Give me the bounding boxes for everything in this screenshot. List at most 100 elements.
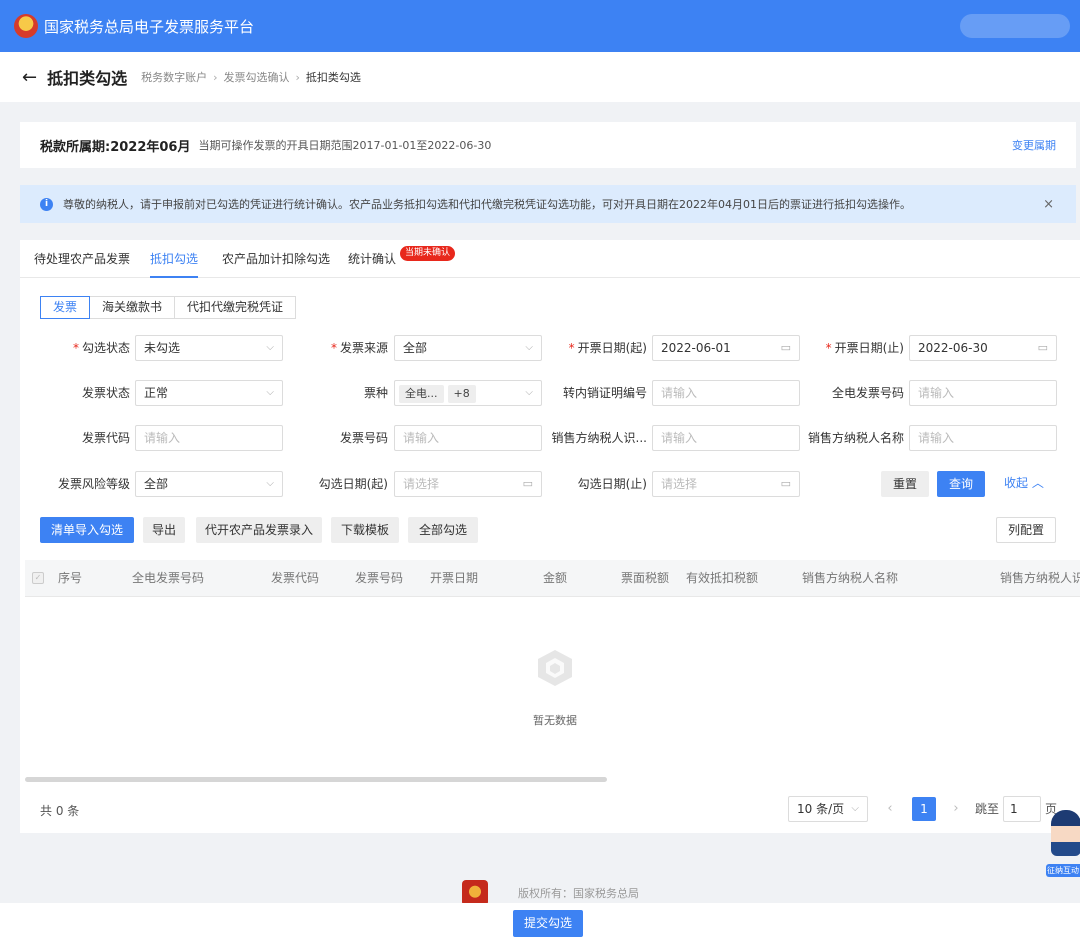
prev-page-icon[interactable]: ‹ bbox=[880, 796, 900, 822]
column-header: 全电发票号码 bbox=[132, 571, 205, 585]
tab-deduct-check[interactable]: 抵扣勾选 bbox=[150, 240, 199, 278]
check-date-end-picker[interactable]: 请选择 ▭ bbox=[652, 471, 800, 497]
seller-name-input[interactable]: 请输入 bbox=[909, 425, 1057, 451]
page-size-select[interactable]: 10 条/页 ⌵ bbox=[788, 796, 868, 822]
info-icon: i bbox=[40, 197, 53, 211]
assistant-widget[interactable]: 征纳互动 bbox=[1046, 810, 1080, 878]
main-card: 待处理农产品发票 抵扣勾选 农产品加计扣除勾选 统计确认 当期未确认 发票 海关… bbox=[20, 240, 1080, 833]
invoice-no-label: 发票号码 bbox=[339, 431, 388, 445]
empty-text: 暂无数据 bbox=[533, 714, 577, 727]
chevron-down-icon: ⌵ bbox=[525, 342, 533, 353]
issue-date-end-picker[interactable]: 2022-06-30 ▭ bbox=[909, 335, 1057, 361]
calendar-icon: ▭ bbox=[1037, 341, 1048, 354]
check-status-label: * 勾选状态 bbox=[72, 341, 130, 355]
top-bar: 国家税务总局电子发票服务平台 bbox=[0, 0, 1080, 52]
issue-date-start-picker[interactable]: 2022-06-01 ▭ bbox=[652, 335, 800, 361]
tab-bar: 待处理农产品发票 抵扣勾选 农产品加计扣除勾选 统计确认 当期未确认 bbox=[20, 240, 1080, 278]
horizontal-scrollbar[interactable] bbox=[25, 777, 1080, 782]
column-header: 销售方纳税人识 bbox=[1000, 571, 1080, 585]
check-status-select[interactable]: 未勾选 ⌵ bbox=[135, 335, 283, 361]
tab-stat-confirm[interactable]: 统计确认 bbox=[348, 240, 396, 278]
breadcrumb-item[interactable]: 税务数字账户 bbox=[141, 69, 207, 85]
seller-tax-id-input[interactable]: 请输入 bbox=[652, 425, 800, 451]
invoice-type-tag: 全电... bbox=[399, 385, 444, 403]
scrollbar-thumb[interactable] bbox=[25, 777, 607, 782]
submit-check-button[interactable]: 提交勾选 bbox=[513, 910, 583, 937]
column-header: 发票号码 bbox=[355, 571, 404, 585]
check-date-start-picker[interactable]: 请选择 ▭ bbox=[394, 471, 542, 497]
jump-page-input[interactable]: 1 bbox=[1003, 796, 1041, 822]
close-icon[interactable]: × bbox=[1043, 197, 1054, 212]
invoice-status-select[interactable]: 正常 ⌵ bbox=[135, 380, 283, 406]
status-badge: 当期未确认 bbox=[400, 246, 456, 261]
tax-period-bar: 税款所属期: 2022年06月 当期可操作发票的开具日期范围2017-01-01… bbox=[20, 122, 1076, 168]
tax-emblem-icon bbox=[14, 14, 38, 38]
import-check-button[interactable]: 清单导入勾选 bbox=[40, 517, 134, 543]
invoice-type-more: +8 bbox=[447, 385, 476, 403]
assistant-avatar-icon bbox=[1051, 810, 1080, 856]
breadcrumb-bar: ← 抵扣类勾选 税务数字账户 › 发票勾选确认 › 抵扣类勾选 bbox=[0, 52, 1080, 102]
back-arrow-icon[interactable]: ← bbox=[22, 67, 37, 88]
chevron-down-icon: ⌵ bbox=[266, 387, 274, 398]
chevron-right-icon: › bbox=[213, 70, 218, 84]
invoice-source-label: * 发票来源 bbox=[330, 341, 388, 355]
full-invoice-no-input[interactable]: 请输入 bbox=[909, 380, 1057, 406]
column-header: 金额 bbox=[543, 571, 568, 585]
jump-label: 跳至 bbox=[975, 802, 1000, 816]
calendar-icon: ▭ bbox=[780, 477, 791, 490]
column-header: 票面税额 bbox=[621, 571, 670, 585]
calendar-icon: ▭ bbox=[780, 341, 791, 354]
tax-period-value: 2022年06月 bbox=[110, 139, 191, 155]
invoice-type-select[interactable]: 全电... +8 ⌵ bbox=[394, 380, 542, 406]
table-header: ✓ 序号 全电发票号码 发票代码 发票号码 开票日期 金额 票面税额 有效抵扣税… bbox=[25, 560, 1080, 597]
invoice-code-input[interactable]: 请输入 bbox=[135, 425, 283, 451]
full-invoice-no-label: 全电发票号码 bbox=[831, 386, 904, 400]
export-button[interactable]: 导出 bbox=[143, 517, 185, 543]
page-number-current[interactable]: 1 bbox=[912, 797, 936, 821]
reset-button[interactable]: 重置 bbox=[881, 471, 929, 497]
query-button[interactable]: 查询 bbox=[937, 471, 985, 497]
check-all-button[interactable]: 全部勾选 bbox=[408, 517, 478, 543]
next-page-icon[interactable]: › bbox=[946, 796, 966, 822]
invoice-status-label: 发票状态 bbox=[81, 386, 130, 400]
tax-period-label: 税款所属期: bbox=[40, 139, 111, 155]
column-header: 开票日期 bbox=[430, 571, 479, 585]
chevron-right-icon: › bbox=[295, 70, 300, 84]
check-date-end-label: 勾选日期(止) bbox=[577, 477, 647, 491]
risk-level-label: 发票风险等级 bbox=[57, 477, 130, 491]
invoice-no-input[interactable]: 请输入 bbox=[394, 425, 542, 451]
invoice-code-label: 发票代码 bbox=[81, 431, 130, 445]
risk-level-select[interactable]: 全部 ⌵ bbox=[135, 471, 283, 497]
chevron-up-icon: ︿ bbox=[1031, 476, 1044, 490]
collapse-link[interactable]: 收起 ︿ bbox=[1004, 470, 1044, 496]
issue-date-end-label: * 开票日期(止) bbox=[825, 341, 904, 355]
subtab-withholding[interactable]: 代扣代缴完税凭证 bbox=[174, 296, 297, 319]
column-header: 有效抵扣税额 bbox=[686, 571, 759, 585]
change-period-link[interactable]: 变更属期 bbox=[1012, 137, 1056, 153]
tab-agri-extra[interactable]: 农产品加计扣除勾选 bbox=[222, 240, 330, 278]
column-config-button[interactable]: 列配置 bbox=[996, 517, 1056, 543]
transfer-no-label: 转内销证明编号 bbox=[562, 386, 647, 400]
column-header: 发票代码 bbox=[271, 571, 320, 585]
chevron-down-icon: ⌵ bbox=[851, 803, 859, 814]
column-header: 销售方纳税人名称 bbox=[802, 571, 899, 585]
empty-box-icon bbox=[538, 650, 572, 686]
transfer-no-input[interactable]: 请输入 bbox=[652, 380, 800, 406]
app-title: 国家税务总局电子发票服务平台 bbox=[44, 17, 255, 36]
subtab-customs[interactable]: 海关缴款书 bbox=[89, 296, 176, 319]
select-all-checkbox[interactable]: ✓ bbox=[32, 572, 44, 584]
breadcrumb-item[interactable]: 发票勾选确认 bbox=[224, 69, 290, 85]
agri-invoice-entry-button[interactable]: 代开农产品发票录入 bbox=[196, 517, 322, 543]
invoice-source-select[interactable]: 全部 ⌵ bbox=[394, 335, 542, 361]
notice-banner: i 尊敬的纳税人，请于申报前对已勾选的凭证进行统计确认。农产品业务抵扣勾选和代扣… bbox=[20, 185, 1076, 223]
user-account-menu[interactable] bbox=[960, 14, 1070, 38]
tab-pending-agri[interactable]: 待处理农产品发票 bbox=[34, 240, 130, 278]
chevron-down-icon: ⌵ bbox=[525, 387, 533, 398]
subtab-invoice[interactable]: 发票 bbox=[40, 296, 91, 319]
total-count: 共 0 条 bbox=[40, 804, 80, 818]
issue-date-start-label: * 开票日期(起) bbox=[568, 341, 647, 355]
calendar-icon: ▭ bbox=[522, 477, 533, 490]
copyright-text: 版权所有：国家税务总局 bbox=[518, 887, 639, 900]
tax-period-note: 当期可操作发票的开具日期范围2017-01-01至2022-06-30 bbox=[198, 139, 492, 152]
download-template-button[interactable]: 下载模板 bbox=[331, 517, 399, 543]
